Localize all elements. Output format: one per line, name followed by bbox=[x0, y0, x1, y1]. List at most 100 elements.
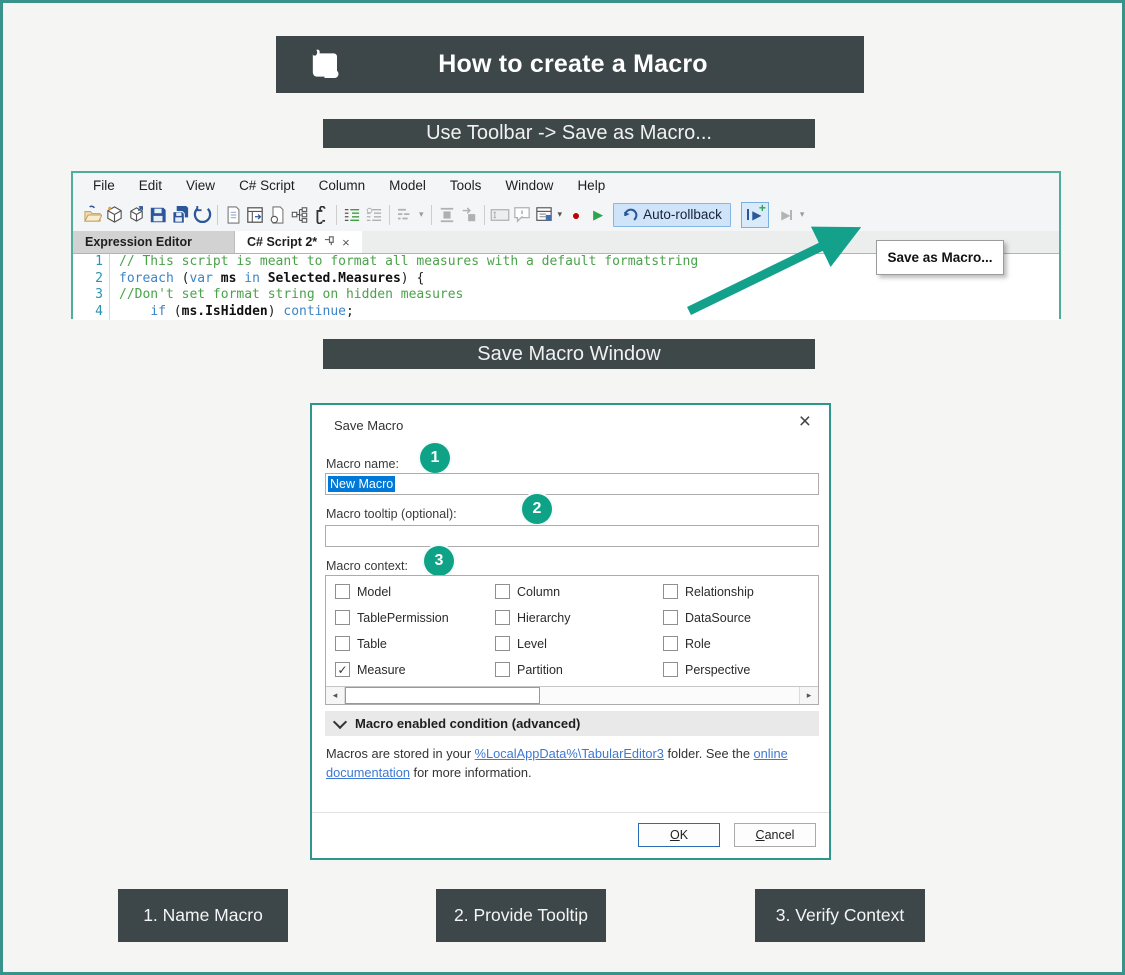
context-option-role[interactable]: Role bbox=[663, 635, 818, 652]
tab-csharp-script-label: C# Script 2* bbox=[247, 235, 317, 249]
macro-tooltip-input[interactable] bbox=[325, 525, 819, 547]
macro-tooltip-label: Macro tooltip (optional): bbox=[326, 507, 457, 521]
context-option-hierarchy[interactable]: Hierarchy bbox=[495, 609, 663, 626]
code-line: if (ms.IsHidden) continue; bbox=[119, 304, 698, 321]
comment-icon[interactable] bbox=[511, 205, 533, 225]
checkbox bbox=[495, 584, 510, 599]
save-macro-dialog: Save Macro × Macro name: 1 New Macro Mac… bbox=[310, 403, 831, 860]
footer-step-2: 2. Provide Tooltip bbox=[436, 889, 606, 942]
textbox-icon[interactable] bbox=[489, 205, 511, 225]
save-all-icon[interactable] bbox=[169, 205, 191, 225]
tab-expression-editor[interactable]: Expression Editor bbox=[73, 231, 235, 253]
context-option-column[interactable]: Column bbox=[495, 583, 663, 600]
dialog-footer-divider bbox=[312, 812, 829, 813]
code-line: // This script is meant to format all me… bbox=[119, 254, 698, 271]
dialog-close-icon[interactable]: × bbox=[799, 411, 811, 432]
align-icon[interactable] bbox=[436, 205, 458, 225]
checkbox bbox=[663, 662, 678, 677]
context-option-model[interactable]: Model bbox=[335, 583, 495, 600]
context-option-partition[interactable]: Partition bbox=[495, 661, 663, 678]
macro-context-listbox: Model Column Relationship TablePermissio… bbox=[325, 575, 819, 705]
table-properties-icon[interactable] bbox=[244, 205, 266, 225]
page-title: How to create a Macro bbox=[342, 50, 804, 79]
menu-item-help[interactable]: Help bbox=[565, 178, 617, 193]
macro-name-input[interactable]: New Macro bbox=[325, 473, 819, 495]
dialog-title: Save Macro bbox=[334, 418, 403, 433]
context-option-table[interactable]: Table bbox=[335, 635, 495, 652]
run-script-icon[interactable]: ▶ bbox=[587, 205, 609, 225]
checkbox bbox=[335, 610, 350, 625]
context-option-datasource[interactable]: DataSource bbox=[663, 609, 818, 626]
checkbox bbox=[663, 636, 678, 651]
menu-item-window[interactable]: Window bbox=[493, 178, 565, 193]
checkbox bbox=[335, 584, 350, 599]
open-folder-icon[interactable] bbox=[81, 205, 103, 225]
horizontal-scrollbar[interactable]: ◂ ▸ bbox=[326, 686, 818, 704]
window-layout-icon[interactable] bbox=[533, 205, 555, 225]
format-script-icon[interactable] bbox=[341, 205, 363, 225]
macro-plus-icon: + bbox=[759, 201, 766, 215]
move-icon[interactable] bbox=[458, 205, 480, 225]
code-line: foreach (var ms in Selected.Measures) { bbox=[119, 271, 698, 288]
page-refresh-icon[interactable] bbox=[266, 205, 288, 225]
scrollbar-thumb[interactable] bbox=[345, 687, 540, 704]
package-icon[interactable] bbox=[103, 205, 125, 225]
window-layout-caret-icon[interactable]: ▾ bbox=[558, 209, 563, 220]
menu-item-view[interactable]: View bbox=[174, 178, 227, 193]
rollback-arrow-icon bbox=[622, 207, 638, 223]
context-option-level[interactable]: Level bbox=[495, 635, 663, 652]
menu-item-file[interactable]: File bbox=[81, 178, 127, 193]
pin-icon[interactable] bbox=[324, 235, 335, 249]
save-icon[interactable] bbox=[147, 205, 169, 225]
toolbar-separator bbox=[217, 205, 218, 225]
context-option-perspective[interactable]: Perspective bbox=[663, 661, 818, 678]
scroll-left-icon[interactable]: ◂ bbox=[326, 687, 345, 704]
cancel-button[interactable]: Cancel bbox=[734, 823, 816, 847]
script-icon[interactable] bbox=[310, 205, 332, 225]
line-number-gutter: 1 2 3 4 bbox=[73, 254, 110, 320]
auto-rollback-button[interactable]: Auto-rollback bbox=[613, 203, 731, 227]
checkbox bbox=[335, 636, 350, 651]
record-macro-icon[interactable]: ● bbox=[565, 205, 587, 225]
step-badge-1: 1 bbox=[420, 443, 450, 473]
sort-options-caret-icon[interactable]: ▾ bbox=[419, 209, 424, 220]
scroll-right-icon[interactable]: ▸ bbox=[799, 687, 818, 704]
context-option-relationship[interactable]: Relationship bbox=[663, 583, 818, 600]
macro-name-label: Macro name: bbox=[326, 457, 399, 471]
code-lines: // This script is meant to format all me… bbox=[110, 254, 698, 320]
checkbox bbox=[663, 584, 678, 599]
save-macro-window-banner: Save Macro Window bbox=[323, 339, 815, 369]
close-tab-icon[interactable]: × bbox=[342, 235, 350, 250]
tab-csharp-script[interactable]: C# Script 2* × bbox=[235, 231, 362, 253]
menu-item-tools[interactable]: Tools bbox=[438, 178, 494, 193]
localappdata-link[interactable]: %LocalAppData%\TabularEditor3 bbox=[475, 746, 664, 761]
macro-storage-info: Macros are stored in your %LocalAppData%… bbox=[326, 744, 822, 782]
sort-options-icon[interactable] bbox=[394, 205, 416, 225]
ok-button[interactable]: OK bbox=[638, 823, 720, 847]
toolbar-instruction-banner: Use Toolbar -> Save as Macro... bbox=[323, 119, 815, 148]
toolbar-separator bbox=[336, 205, 337, 225]
menu-item-column[interactable]: Column bbox=[307, 178, 378, 193]
selected-text: New Macro bbox=[328, 476, 395, 492]
save-as-macro-button[interactable]: ▶ + bbox=[741, 202, 769, 228]
hierarchy-icon[interactable] bbox=[288, 205, 310, 225]
checkbox: ✓ bbox=[335, 662, 350, 677]
document-icon[interactable] bbox=[222, 205, 244, 225]
context-option-tablepermission[interactable]: TablePermission bbox=[335, 609, 495, 626]
menu-bar: File Edit View C# Script Column Model To… bbox=[73, 173, 1059, 198]
refresh-icon[interactable] bbox=[191, 205, 213, 225]
advanced-section-header[interactable]: Macro enabled condition (advanced) bbox=[325, 711, 819, 736]
format-selection-icon[interactable] bbox=[363, 205, 385, 225]
toolbar-separator bbox=[389, 205, 390, 225]
checkbox bbox=[663, 610, 678, 625]
deploy-package-icon[interactable] bbox=[125, 205, 147, 225]
menu-item-edit[interactable]: Edit bbox=[127, 178, 174, 193]
toolbar-separator bbox=[484, 205, 485, 225]
menu-item-csharp-script[interactable]: C# Script bbox=[227, 178, 307, 193]
menu-item-model[interactable]: Model bbox=[377, 178, 438, 193]
run-macro-disabled-icon[interactable]: ▶ bbox=[775, 205, 797, 225]
context-option-measure[interactable]: ✓Measure bbox=[335, 661, 495, 678]
run-macro-caret-icon[interactable]: ▾ bbox=[800, 209, 805, 220]
code-line: //Don't set format string on hidden meas… bbox=[119, 287, 698, 304]
advanced-section-label: Macro enabled condition (advanced) bbox=[355, 716, 580, 731]
